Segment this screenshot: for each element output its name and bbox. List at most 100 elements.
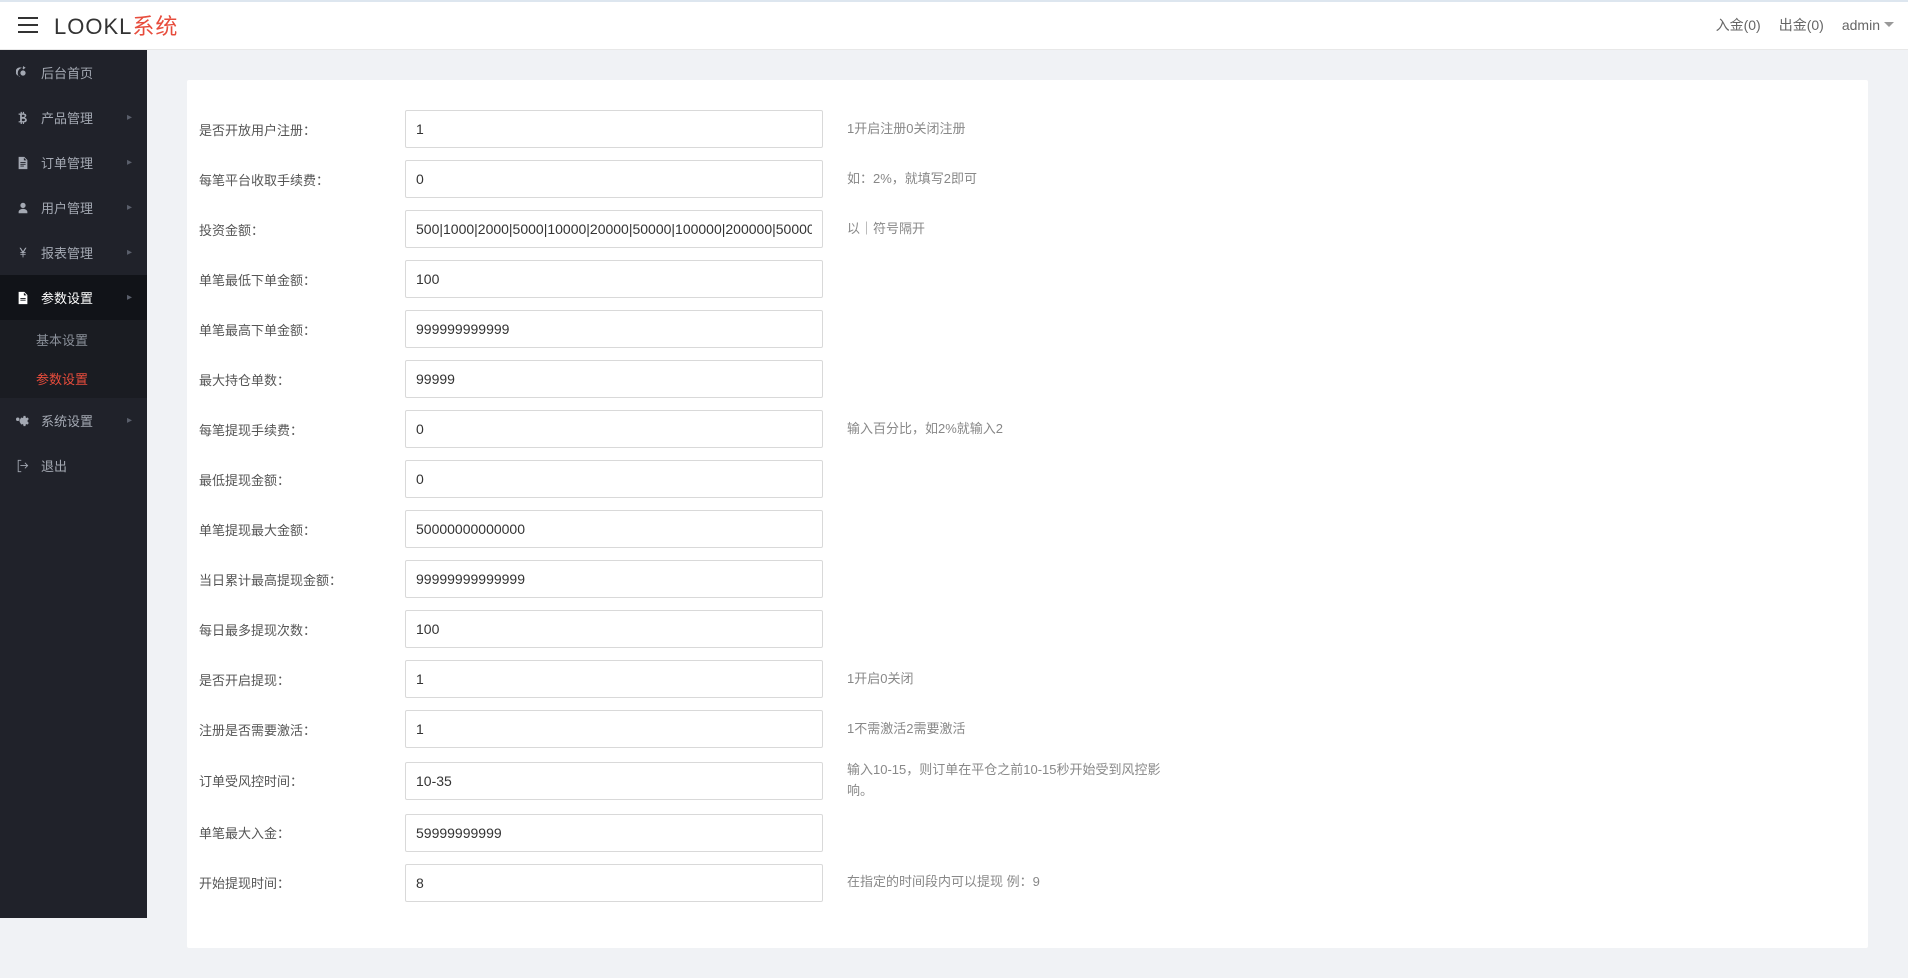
form-help-text: 输入百分比，如2%就输入2 bbox=[823, 419, 1183, 440]
form-label: 每日最多提现次数： bbox=[187, 620, 405, 639]
withdraw-link[interactable]: 出金(0) bbox=[1779, 15, 1824, 35]
form-input-11[interactable] bbox=[405, 660, 823, 698]
form-row-13: 订单受风控时间： 输入10-15，则订单在平仓之前10-15秒开始受到风控影响。 bbox=[187, 754, 1868, 808]
form-row-1: 每笔平台收取手续费： 如：2%，就填写2即可 bbox=[187, 154, 1868, 204]
form-input-3[interactable] bbox=[405, 260, 823, 298]
sidebar-submenu: 基本设置参数设置 bbox=[0, 320, 147, 398]
form-label: 开始提现时间： bbox=[187, 873, 405, 892]
caret-right-icon: ▸ bbox=[127, 415, 132, 426]
form-label: 注册是否需要激活： bbox=[187, 720, 405, 739]
form-row-7: 最低提现金额： bbox=[187, 454, 1868, 504]
form-row-14: 单笔最大入金： bbox=[187, 808, 1868, 858]
form-input-wrap bbox=[405, 460, 823, 498]
settings-form-card: 是否开放用户注册：1开启注册0关闭注册每笔平台收取手续费： 如：2%，就填写2即可… bbox=[187, 80, 1868, 948]
form-row-12: 注册是否需要激活： 1不需激活2需要激活 bbox=[187, 704, 1868, 754]
form-label: 订单受风控时间： bbox=[187, 771, 405, 790]
form-input-14[interactable] bbox=[405, 814, 823, 852]
form-input-wrap bbox=[405, 660, 823, 698]
sidebar-item-label: 报表管理 bbox=[41, 243, 127, 262]
form-row-8: 单笔提现最大金额： bbox=[187, 504, 1868, 554]
sidebar-item-4[interactable]: 报表管理▸ bbox=[0, 230, 147, 275]
user-name: admin bbox=[1842, 17, 1880, 33]
sidebar-item-label: 产品管理 bbox=[41, 108, 127, 127]
sidebar-item-label: 订单管理 bbox=[41, 153, 127, 172]
chevron-down-icon bbox=[1884, 22, 1894, 28]
form-input-wrap bbox=[405, 110, 823, 148]
caret-right-icon: ▸ bbox=[127, 247, 132, 258]
form-input-0[interactable] bbox=[405, 110, 823, 148]
deposit-link[interactable]: 入金(0) bbox=[1716, 15, 1761, 35]
sidebar-item-3[interactable]: 用户管理▸ bbox=[0, 185, 147, 230]
caret-right-icon: ▸ bbox=[127, 157, 132, 168]
form-input-wrap bbox=[405, 160, 823, 198]
form-input-4[interactable] bbox=[405, 310, 823, 348]
form-label: 最低提现金额： bbox=[187, 470, 405, 489]
sidebar-item-1[interactable]: 产品管理▸ bbox=[0, 95, 147, 140]
sidebar-item-6[interactable]: 系统设置▸ bbox=[0, 398, 147, 443]
user-menu[interactable]: admin bbox=[1842, 17, 1894, 33]
sidebar-item-label: 后台首页 bbox=[41, 63, 132, 82]
form-input-1[interactable] bbox=[405, 160, 823, 198]
sidebar: 后台首页产品管理▸订单管理▸用户管理▸报表管理▸参数设置▸基本设置参数设置系统设… bbox=[0, 50, 147, 918]
form-input-5[interactable] bbox=[405, 360, 823, 398]
menu-toggle-button[interactable] bbox=[14, 13, 42, 37]
form-help-text: 在指定的时间段内可以提现 例：9 bbox=[823, 872, 1183, 893]
logo-accent: 系统 bbox=[132, 14, 178, 39]
form-row-5: 最大持仓单数： bbox=[187, 354, 1868, 404]
form-input-15[interactable] bbox=[405, 864, 823, 902]
sidebar-item-label: 系统设置 bbox=[41, 411, 127, 430]
form-input-7[interactable] bbox=[405, 460, 823, 498]
form-label: 单笔最高下单金额： bbox=[187, 320, 405, 339]
form-input-wrap bbox=[405, 410, 823, 448]
settings-icon bbox=[15, 291, 31, 305]
yen-icon bbox=[15, 246, 31, 260]
caret-right-icon: ▸ bbox=[127, 202, 132, 213]
form-row-0: 是否开放用户注册：1开启注册0关闭注册 bbox=[187, 104, 1868, 154]
form-row-6: 每笔提现手续费： 输入百分比，如2%就输入2 bbox=[187, 404, 1868, 454]
sidebar-subitem-0[interactable]: 基本设置 bbox=[0, 320, 147, 359]
form-label: 投资金额： bbox=[187, 220, 405, 239]
sidebar-item-0[interactable]: 后台首页 bbox=[0, 50, 147, 95]
bitcoin-icon bbox=[15, 111, 31, 125]
form-label: 当日累计最高提现金额： bbox=[187, 570, 405, 589]
form-label: 每笔平台收取手续费： bbox=[187, 170, 405, 189]
form-input-9[interactable] bbox=[405, 560, 823, 598]
form-row-4: 单笔最高下单金额： bbox=[187, 304, 1868, 354]
form-help-text: 以｜符号隔开 bbox=[823, 219, 1183, 240]
form-help-text: 1开启0关闭 bbox=[823, 669, 1183, 690]
form-row-11: 是否开启提现：1开启0关闭 bbox=[187, 654, 1868, 704]
sidebar-item-5[interactable]: 参数设置▸ bbox=[0, 275, 147, 320]
sidebar-item-7[interactable]: 退出 bbox=[0, 443, 147, 488]
form-input-6[interactable] bbox=[405, 410, 823, 448]
form-row-10: 每日最多提现次数： bbox=[187, 604, 1868, 654]
form-label: 单笔最低下单金额： bbox=[187, 270, 405, 289]
form-input-wrap bbox=[405, 710, 823, 748]
form-input-8[interactable] bbox=[405, 510, 823, 548]
form-help-text: 如：2%，就填写2即可 bbox=[823, 169, 1183, 190]
form-label: 是否开放用户注册： bbox=[187, 120, 405, 139]
form-input-13[interactable] bbox=[405, 762, 823, 800]
top-bar: LOOKL系统 入金(0) 出金(0) admin bbox=[0, 0, 1908, 50]
form-input-wrap bbox=[405, 210, 823, 248]
main-content: 是否开放用户注册：1开启注册0关闭注册每笔平台收取手续费： 如：2%，就填写2即可… bbox=[147, 50, 1908, 978]
form-input-wrap bbox=[405, 864, 823, 902]
form-label: 每笔提现手续费： bbox=[187, 420, 405, 439]
form-help-text: 输入10-15，则订单在平仓之前10-15秒开始受到风控影响。 bbox=[823, 760, 1183, 802]
sidebar-item-2[interactable]: 订单管理▸ bbox=[0, 140, 147, 185]
dashboard-icon bbox=[15, 66, 31, 80]
form-input-12[interactable] bbox=[405, 710, 823, 748]
sidebar-subitem-1[interactable]: 参数设置 bbox=[0, 359, 147, 398]
form-input-2[interactable] bbox=[405, 210, 823, 248]
form-row-2: 投资金额： 以｜符号隔开 bbox=[187, 204, 1868, 254]
caret-right-icon: ▸ bbox=[127, 292, 132, 303]
form-label: 单笔提现最大金额： bbox=[187, 520, 405, 539]
logo-main: LOOKL bbox=[54, 14, 132, 39]
form-input-wrap bbox=[405, 814, 823, 852]
form-label: 单笔最大入金： bbox=[187, 823, 405, 842]
form-row-9: 当日累计最高提现金额： bbox=[187, 554, 1868, 604]
form-help-text: 1不需激活2需要激活 bbox=[823, 719, 1183, 740]
form-input-wrap bbox=[405, 360, 823, 398]
form-input-10[interactable] bbox=[405, 610, 823, 648]
sidebar-item-label: 参数设置 bbox=[41, 288, 127, 307]
form-input-wrap bbox=[405, 762, 823, 800]
